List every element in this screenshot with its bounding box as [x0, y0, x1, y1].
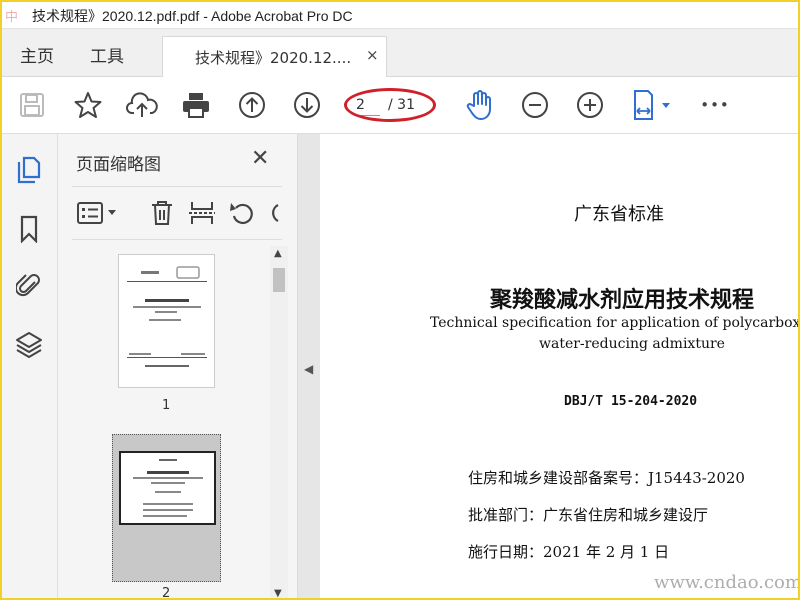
extract-page-icon[interactable]	[188, 199, 216, 227]
document-title: 聚羧酸减水剂应用技术规程	[490, 287, 755, 313]
thumbnail-label: 2	[162, 586, 171, 600]
standard-code: DBJ/T 15-204-2020	[564, 394, 698, 409]
approving-department: 批准部门：广东省住房和城乡建设厅	[468, 506, 709, 524]
collapse-panel-strip[interactable]: ◀	[298, 134, 320, 598]
print-icon[interactable]	[180, 89, 212, 121]
zoom-in-icon[interactable]	[574, 89, 606, 121]
attachments-icon[interactable]	[14, 270, 44, 300]
toolbar: 2 / 31 •••	[2, 77, 798, 134]
english-title-line-2: water-reducing admixture	[539, 336, 725, 352]
title-bar: 中 技术规程》2020.12.pdf.pdf - Adobe Acrobat P…	[2, 2, 798, 29]
panel-title: 页面缩略图	[76, 155, 161, 175]
thumbnail-options-icon[interactable]	[76, 199, 120, 227]
document-tab-label: 技术规程》2020.12....	[195, 49, 352, 67]
navigation-rail	[2, 134, 58, 598]
next-page-icon[interactable]	[291, 89, 323, 121]
scroll-down-icon[interactable]: ▼	[274, 588, 282, 598]
site-watermark: www.cndao.com	[654, 572, 800, 593]
page-thumbnails-panel: 页面缩略图 ✕ 1 2 ▲ ▼	[58, 134, 298, 600]
thumbnail-scrollbar[interactable]: ▲ ▼	[270, 246, 288, 598]
more-tools-icon[interactable]: •••	[699, 89, 731, 121]
tab-document[interactable]: 技术规程》2020.12.... ×	[162, 36, 387, 78]
window-title: 技术规程》2020.12.pdf.pdf - Adobe Acrobat Pro…	[32, 8, 353, 24]
app-window: 中 技术规程》2020.12.pdf.pdf - Adobe Acrobat P…	[0, 0, 800, 600]
previous-page-icon[interactable]	[236, 89, 268, 121]
scrollbar-thumb[interactable]	[273, 268, 285, 292]
thumbnail-list: 1 2	[58, 244, 268, 600]
zoom-out-icon[interactable]	[519, 89, 551, 121]
tab-tools[interactable]: 工具	[90, 42, 124, 67]
english-title-line-1: Technical specification for application …	[430, 315, 800, 331]
record-number: 住房和城乡建设部备案号：J15443-2020	[468, 469, 745, 487]
document-page: 广东省标准 聚羧酸减水剂应用技术规程 Technical specificati…	[320, 134, 800, 598]
scroll-up-icon[interactable]: ▲	[274, 248, 282, 259]
cloud-upload-icon[interactable]	[126, 89, 158, 121]
delete-page-icon[interactable]	[148, 199, 176, 227]
hand-tool-icon[interactable]	[464, 89, 496, 121]
page-thumbnail-1[interactable]	[118, 254, 215, 388]
layers-icon[interactable]	[14, 330, 44, 360]
bookmark-star-icon[interactable]	[72, 89, 104, 121]
close-tab-button[interactable]: ×	[366, 46, 379, 64]
tab-bar: 主页 工具 技术规程》2020.12.... ×	[2, 29, 798, 78]
rotate-page-icon[interactable]	[228, 199, 256, 227]
page-navigator: 2 / 31	[344, 88, 438, 122]
bookmarks-icon[interactable]	[14, 214, 44, 244]
page-thumbnail-2-selected[interactable]	[112, 434, 221, 582]
page-thumbnails-icon[interactable]	[14, 156, 44, 186]
collapse-arrow-icon[interactable]: ◀	[304, 362, 313, 376]
standard-organization: 广东省标准	[574, 204, 664, 225]
page-thumbnail-2	[119, 451, 216, 525]
thumbnail-label: 1	[162, 398, 171, 413]
close-panel-button[interactable]: ✕	[251, 146, 269, 171]
panel-toolbar	[72, 186, 282, 240]
highlight-ring	[344, 88, 436, 122]
tab-home[interactable]: 主页	[20, 42, 54, 67]
fit-page-width-icon[interactable]	[630, 89, 674, 121]
site-logo: 中	[5, 10, 19, 25]
more-panel-tools-icon[interactable]	[264, 199, 282, 227]
effective-date: 施行日期：2021 年 2 月 1 日	[468, 543, 670, 561]
save-icon[interactable]	[16, 89, 48, 121]
